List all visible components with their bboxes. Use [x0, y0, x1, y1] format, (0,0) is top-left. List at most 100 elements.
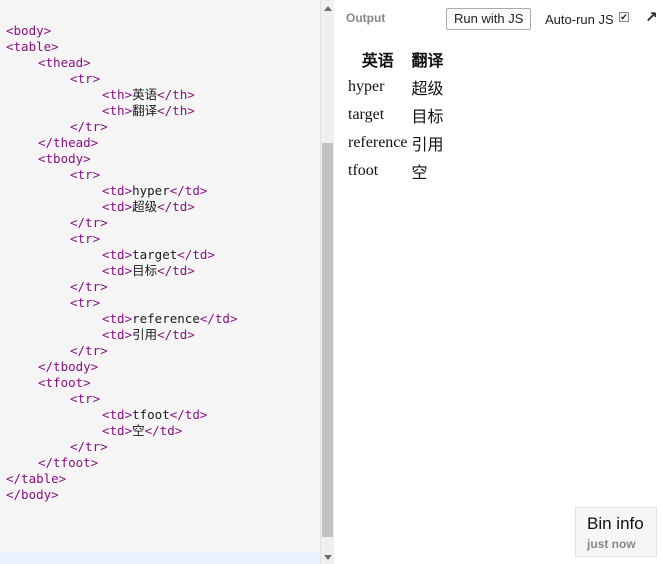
- code-line: <td>目标</td>: [6, 263, 237, 279]
- code-tag: </th>: [157, 87, 195, 102]
- code-text: 引用: [132, 327, 158, 342]
- code-tag: <td>: [102, 311, 133, 326]
- code-tag: <td>: [102, 423, 133, 438]
- scroll-thumb[interactable]: [322, 143, 333, 537]
- run-with-js-button[interactable]: Run with JS: [446, 8, 532, 30]
- code-line: <td>reference</td>: [6, 311, 237, 327]
- code-tag: </td>: [169, 407, 208, 422]
- code-text: 超级: [132, 199, 158, 214]
- code-tag: </table>: [6, 471, 67, 486]
- code-line: <tr>: [6, 71, 237, 87]
- code-tag: </td>: [157, 199, 195, 214]
- code-tag: </td>: [177, 247, 215, 262]
- code-text: hyper: [132, 183, 170, 198]
- code-tag: </tr>: [70, 343, 108, 358]
- rendered-thead: 英语 翻译: [347, 46, 445, 72]
- code-line: </tfoot>: [6, 455, 237, 471]
- code-tag: <th>: [102, 87, 133, 102]
- editor-scrollbar[interactable]: [320, 0, 334, 564]
- code-line: <td>hyper</td>: [6, 183, 237, 199]
- header-row: 英语 翻译: [347, 46, 445, 72]
- code-tag: <tr>: [70, 167, 101, 182]
- code-tag: </td>: [169, 183, 208, 198]
- code-line: </table>: [6, 471, 237, 487]
- code-line: </tr>: [6, 119, 237, 135]
- code-line: <td>target</td>: [6, 247, 237, 263]
- code-tag: </tr>: [70, 279, 108, 294]
- code-tag: <tfoot>: [38, 375, 91, 390]
- code-tag: <td>: [102, 183, 133, 198]
- code-text: 空: [132, 423, 145, 438]
- autorun-checkbox[interactable]: ✔: [619, 12, 629, 22]
- code-tag: <tr>: [70, 295, 101, 310]
- code-line: <td>引用</td>: [6, 327, 237, 343]
- code-tag: <body>: [6, 23, 52, 38]
- code-tag: <tr>: [70, 231, 101, 246]
- code-tag: </tfoot>: [38, 455, 99, 470]
- rendered-tbody: hyper 超级 target 目标 reference 引用: [347, 74, 445, 156]
- code-tag: </tr>: [70, 439, 108, 454]
- code-tag: </th>: [157, 103, 195, 118]
- code-tag: <tr>: [70, 391, 101, 406]
- code-line: <tr>: [6, 391, 237, 407]
- code-text: 目标: [132, 263, 158, 278]
- code-tag: </td>: [199, 311, 238, 326]
- scroll-down-icon[interactable]: [324, 555, 332, 560]
- rendered-table: 英语 翻译 hyper 超级 target 目标 reference 引用 tf…: [345, 44, 447, 186]
- code-tag: <th>: [102, 103, 133, 118]
- output-pane: Output Run with JS Auto-run JS ✔ ↗ 英语 翻译…: [335, 0, 662, 564]
- code-tag: <tbody>: [38, 151, 91, 166]
- code-text: reference: [132, 311, 200, 326]
- code-line: <tr>: [6, 167, 237, 183]
- table-cell: 空: [411, 165, 428, 182]
- code-line: </body>: [6, 487, 237, 503]
- code-tag: <td>: [102, 263, 133, 278]
- code-line: <table>: [6, 39, 237, 55]
- header-cell-translation: 翻译: [411, 53, 444, 70]
- code-line: </tr>: [6, 439, 237, 455]
- table-row: hyper 超级: [347, 74, 445, 100]
- code-editor[interactable]: <body> <table> <thead> <tr> <th>英语</th> <th>翻…: [0, 0, 320, 564]
- code-tag: </body>: [6, 487, 59, 502]
- table-cell: 引用: [411, 137, 444, 154]
- code-line: </thead>: [6, 135, 237, 151]
- code-line: <td>tfoot</td>: [6, 407, 237, 423]
- bin-info-title: Bin info: [587, 514, 644, 533]
- code-tag: <tr>: [70, 71, 101, 86]
- code-content[interactable]: <body> <table> <thead> <tr> <th>英语</th> <th>翻…: [6, 23, 237, 503]
- code-text: 翻译: [132, 103, 158, 118]
- code-tag: </td>: [157, 263, 195, 278]
- code-line: </tbody>: [6, 359, 237, 375]
- code-line: <tr>: [6, 231, 237, 247]
- table-row: target 目标: [347, 102, 445, 128]
- autorun-label: Auto-run JS: [545, 12, 614, 27]
- code-tag: </tr>: [70, 215, 108, 230]
- code-tag: <table>: [6, 39, 59, 54]
- table-cell: reference: [348, 134, 408, 151]
- code-line: <tbody>: [6, 151, 237, 167]
- code-tag: <td>: [102, 247, 133, 262]
- code-line: <tr>: [6, 295, 237, 311]
- code-text: target: [132, 247, 178, 262]
- table-row: tfoot 空: [347, 158, 445, 184]
- code-text: tfoot: [132, 407, 170, 422]
- code-tag: <td>: [102, 327, 133, 342]
- table-cell: 目标: [411, 109, 444, 126]
- code-line: <thead>: [6, 55, 237, 71]
- code-tag: </td>: [157, 327, 195, 342]
- expand-arrow-icon[interactable]: ↗: [645, 8, 658, 26]
- table-cell: hyper: [348, 78, 385, 95]
- bin-info-subtitle: just now: [587, 537, 636, 551]
- code-line: <th>翻译</th>: [6, 103, 237, 119]
- code-line: </tr>: [6, 215, 237, 231]
- code-line: <body>: [6, 23, 237, 39]
- output-label: Output: [346, 11, 386, 25]
- code-tag: <thead>: [38, 55, 91, 70]
- code-text: 英语: [132, 87, 158, 102]
- bin-info-panel[interactable]: Bin info just now: [575, 507, 657, 557]
- code-tag: </td>: [144, 423, 183, 438]
- code-tag: </tbody>: [38, 359, 99, 374]
- scroll-up-icon[interactable]: [324, 6, 332, 11]
- rendered-tfoot: tfoot 空: [347, 158, 445, 184]
- code-tag: <td>: [102, 199, 133, 214]
